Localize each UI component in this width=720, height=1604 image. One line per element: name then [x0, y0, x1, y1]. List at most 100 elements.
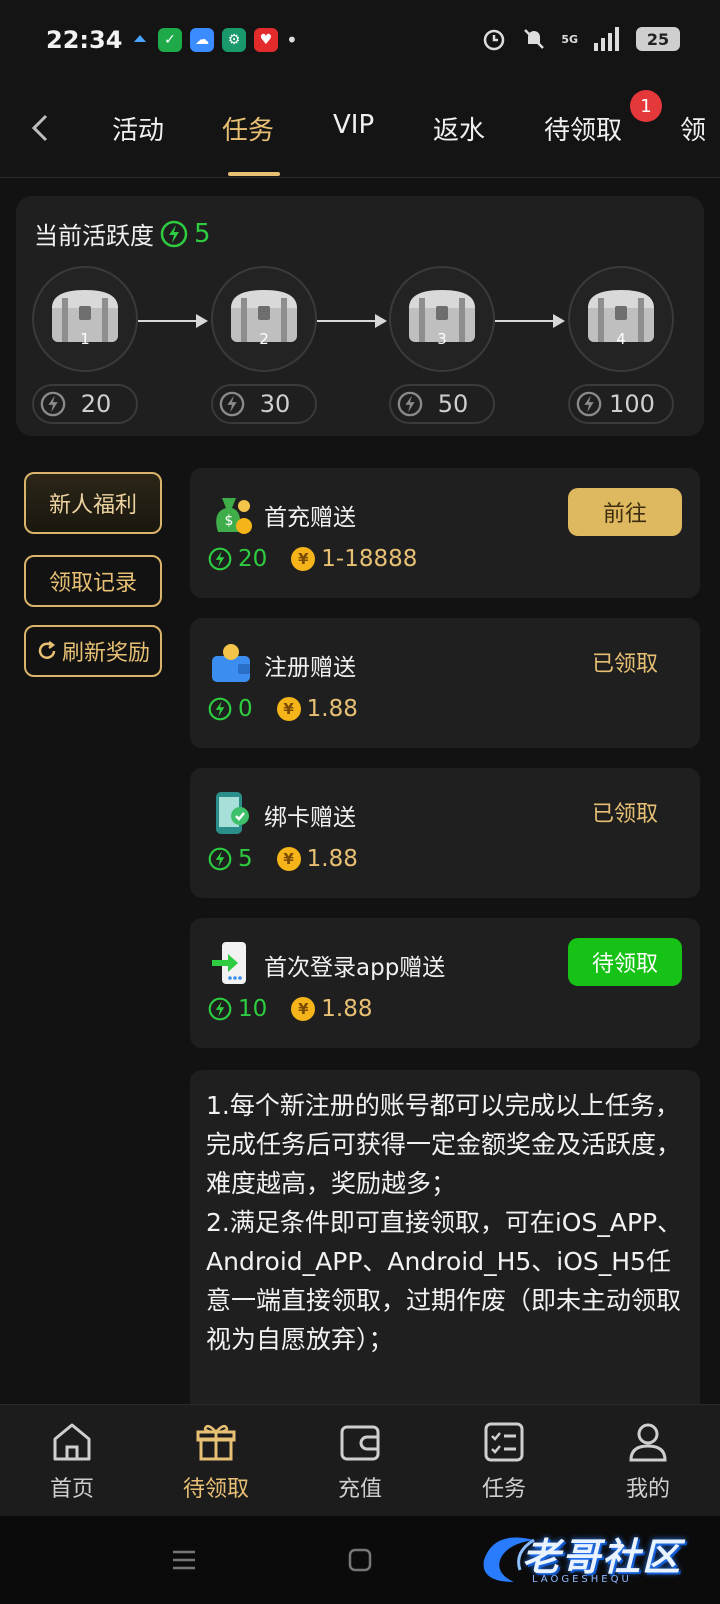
treasure-chest-1[interactable]: 1 — [32, 266, 138, 372]
task-activity-points: 0 — [238, 696, 253, 722]
task-reward-amount: 1.88 — [306, 846, 358, 872]
nav-home[interactable]: 首页 — [12, 1419, 132, 1503]
chest-icon — [52, 290, 118, 342]
activity-progress-card: 当前活跃度 5 1 2 3 4 20 30 50 100 — [16, 196, 704, 436]
task-card-bind-card: 绑卡赠送 5 ¥ 1.88 已领取 — [190, 768, 700, 898]
nav-profile[interactable]: 我的 — [588, 1419, 708, 1503]
claimed-status: 已领取 — [591, 802, 658, 827]
activity-header: 当前活跃度 5 — [34, 216, 211, 251]
nav-tasks[interactable]: 任务 — [444, 1419, 564, 1503]
chest-threshold-1: 20 — [32, 384, 138, 424]
nav-recharge[interactable]: 充值 — [300, 1419, 420, 1503]
progress-connector — [138, 320, 196, 322]
chest-threshold-3: 50 — [389, 384, 495, 424]
lightning-icon — [208, 547, 232, 571]
task-rewards: 0 ¥ 1.88 — [208, 696, 358, 722]
task-card-registration: 注册赠送 0 ¥ 1.88 已领取 — [190, 618, 700, 748]
coin-icon: ¥ — [291, 547, 316, 571]
progress-connector — [495, 320, 553, 322]
recent-apps-icon[interactable] — [170, 1546, 198, 1574]
chest-number: 2 — [259, 330, 269, 348]
chest-number: 3 — [437, 330, 447, 348]
chest-icon — [588, 290, 654, 342]
activity-value: 5 — [194, 218, 211, 249]
treasure-chest-4[interactable]: 4 — [568, 266, 674, 372]
nav-label: 充值 — [337, 1477, 382, 1502]
coin-icon: ¥ — [276, 697, 301, 721]
task-activity-points: 10 — [238, 996, 268, 1022]
tab-activity[interactable]: 活动 — [112, 110, 164, 147]
back-arrow-icon[interactable] — [26, 108, 56, 148]
mute-icon — [524, 29, 545, 49]
task-title: 首次登录app赠送 — [264, 955, 446, 981]
task-rewards: 10 ¥ 1.88 — [208, 996, 373, 1022]
chest-icon — [231, 290, 297, 342]
refresh-rewards-button[interactable]: 刷新奖励 — [24, 625, 162, 677]
tab-rebate[interactable]: 返水 — [433, 110, 485, 147]
chest-number: 1 — [80, 330, 90, 348]
top-tab-bar: 活动 任务 VIP 返水 待领取 领 1 — [0, 80, 720, 178]
task-title: 注册赠送 — [264, 655, 356, 681]
claim-records-label: 领取记录 — [48, 571, 137, 596]
threshold-value: 50 — [437, 390, 469, 418]
go-button[interactable]: 前往 — [568, 488, 682, 536]
chest-threshold-2: 30 — [211, 384, 317, 424]
home-button-icon[interactable] — [346, 1546, 374, 1574]
signal-icon — [594, 27, 619, 51]
tab-pending[interactable]: 待领取 — [544, 110, 622, 147]
task-card-first-login-app: 首次登录app赠送 10 ¥ 1.88 待领取 — [190, 918, 700, 1048]
coin-icon: ¥ — [276, 847, 301, 871]
refresh-rewards-label: 刷新奖励 — [61, 641, 150, 666]
lightning-icon — [397, 391, 423, 417]
chest-number: 4 — [616, 330, 626, 348]
chest-threshold-4: 100 — [568, 384, 674, 424]
status-notification-icons: ✓ ☁ ⚙ ♥ • — [130, 28, 298, 52]
task-reward-amount: 1.88 — [321, 996, 373, 1022]
newcomer-benefits-button[interactable]: 新人福利 — [24, 472, 162, 534]
phone-login-icon — [212, 942, 246, 984]
task-activity-points: 5 — [238, 846, 253, 872]
task-title: 首充赠送 — [264, 505, 356, 531]
treasure-chest-2[interactable]: 2 — [211, 266, 317, 372]
nav-label: 待领取 — [182, 1477, 249, 1502]
home-icon — [53, 1423, 91, 1461]
alarm-icon — [484, 29, 505, 51]
wallet-coin-icon — [212, 644, 250, 682]
nav-pending-rewards[interactable]: 待领取 — [156, 1419, 276, 1503]
shield-app-icon: ✓ — [158, 28, 182, 52]
system-navigation-bar: 老哥社区 LAOGESHEQU — [0, 1516, 720, 1604]
tab-tasks[interactable]: 任务 — [222, 110, 274, 147]
watermark-subtext: LAOGESHEQU — [532, 1574, 632, 1585]
claim-records-button[interactable]: 领取记录 — [24, 555, 162, 607]
threshold-value: 100 — [609, 390, 655, 418]
task-activity-points: 20 — [238, 546, 268, 572]
active-tab-indicator — [228, 172, 280, 176]
lightning-icon — [160, 220, 188, 247]
battery-indicator: 25 — [636, 27, 680, 51]
task-list-icon — [484, 1422, 524, 1462]
nav-label: 首页 — [49, 1477, 94, 1502]
wallet-icon — [340, 1425, 380, 1461]
newcomer-benefits-label: 新人福利 — [48, 493, 137, 518]
watermark-text: 老哥社区 — [522, 1535, 683, 1579]
task-rewards: 5 ¥ 1.88 — [208, 846, 358, 872]
bottom-navigation: 首页 待领取 充值 任务 我的 — [0, 1404, 720, 1516]
lightning-icon — [40, 391, 66, 417]
task-reward-amount: 1-18888 — [321, 546, 418, 572]
claim-button[interactable]: 待领取 — [568, 938, 682, 986]
cloud-app-icon — [134, 35, 146, 42]
tab-vip[interactable]: VIP — [333, 110, 374, 140]
settings-app-icon: ⚙ — [222, 28, 246, 52]
chest-icon — [409, 290, 475, 342]
lightning-icon — [576, 391, 602, 417]
progress-arrow-icon — [553, 314, 565, 328]
coin-icon: ¥ — [291, 997, 316, 1021]
treasure-chest-3[interactable]: 3 — [389, 266, 495, 372]
progress-arrow-icon — [196, 314, 208, 328]
phone-card-icon — [216, 792, 249, 834]
tab-claim-partial[interactable]: 领 — [680, 110, 706, 147]
gift-icon — [196, 1424, 236, 1461]
task-reward-amount: 1.88 — [306, 696, 358, 722]
money-bag-icon: $ — [216, 498, 252, 534]
profile-icon — [629, 1423, 667, 1462]
